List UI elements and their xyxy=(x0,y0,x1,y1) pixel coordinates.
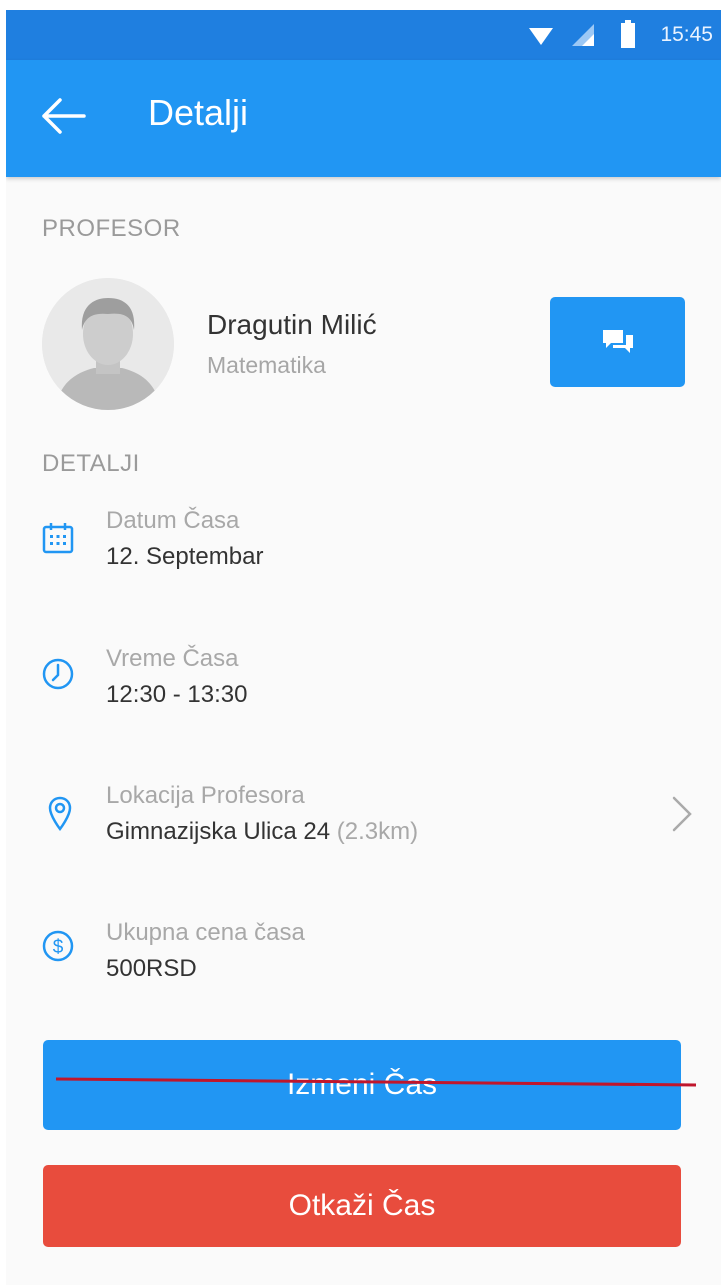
calendar-icon xyxy=(42,523,74,554)
time-value: 12:30 - 13:30 xyxy=(106,681,248,708)
location-distance: (2.3km) xyxy=(336,818,419,845)
screen: 15:45 Detalji PROFESOR Dragutin Milić Ma… xyxy=(6,10,721,1285)
location-pin-icon xyxy=(48,796,72,832)
date-value: 12. Septembar xyxy=(106,543,264,570)
date-label: Datum Časa xyxy=(106,507,240,534)
back-arrow-icon[interactable] xyxy=(40,96,88,136)
professor-subject: Matematika xyxy=(207,352,326,378)
page-title: Detalji xyxy=(148,92,249,133)
details-section-label: DETALJI xyxy=(42,450,140,477)
person-silhouette-icon xyxy=(42,278,174,410)
avatar xyxy=(42,278,174,410)
signal-icon xyxy=(572,24,594,46)
professor-section-label: PROFESOR xyxy=(42,215,181,242)
professor-name: Dragutin Milić xyxy=(207,309,377,340)
strikethrough-annotation xyxy=(56,1077,696,1087)
price-label: Ukupna cena časa xyxy=(106,919,305,946)
clock-icon xyxy=(42,658,74,690)
time-label: Vreme Časa xyxy=(106,645,239,672)
status-bar: 15:45 xyxy=(6,10,721,60)
cancel-lesson-button[interactable]: Otkaži Čas xyxy=(43,1165,681,1247)
dollar-coin-icon: $ xyxy=(42,930,74,962)
chevron-right-icon xyxy=(672,796,692,832)
app-bar: Detalji xyxy=(6,60,721,177)
wifi-icon xyxy=(529,28,553,45)
location-label: Lokacija Profesora xyxy=(106,782,305,809)
battery-icon xyxy=(621,20,635,48)
location-row[interactable]: Lokacija Profesora Gimnazijska Ulica 24 … xyxy=(6,770,721,870)
price-value: 500RSD xyxy=(106,955,197,982)
location-value: Gimnazijska Ulica 24 (2.3km) xyxy=(106,818,418,846)
message-professor-button[interactable] xyxy=(550,297,685,387)
location-address: Gimnazijska Ulica 24 xyxy=(106,818,331,845)
chat-bubbles-icon xyxy=(603,330,633,353)
svg-text:$: $ xyxy=(53,937,64,958)
status-time: 15:45 xyxy=(660,23,713,46)
